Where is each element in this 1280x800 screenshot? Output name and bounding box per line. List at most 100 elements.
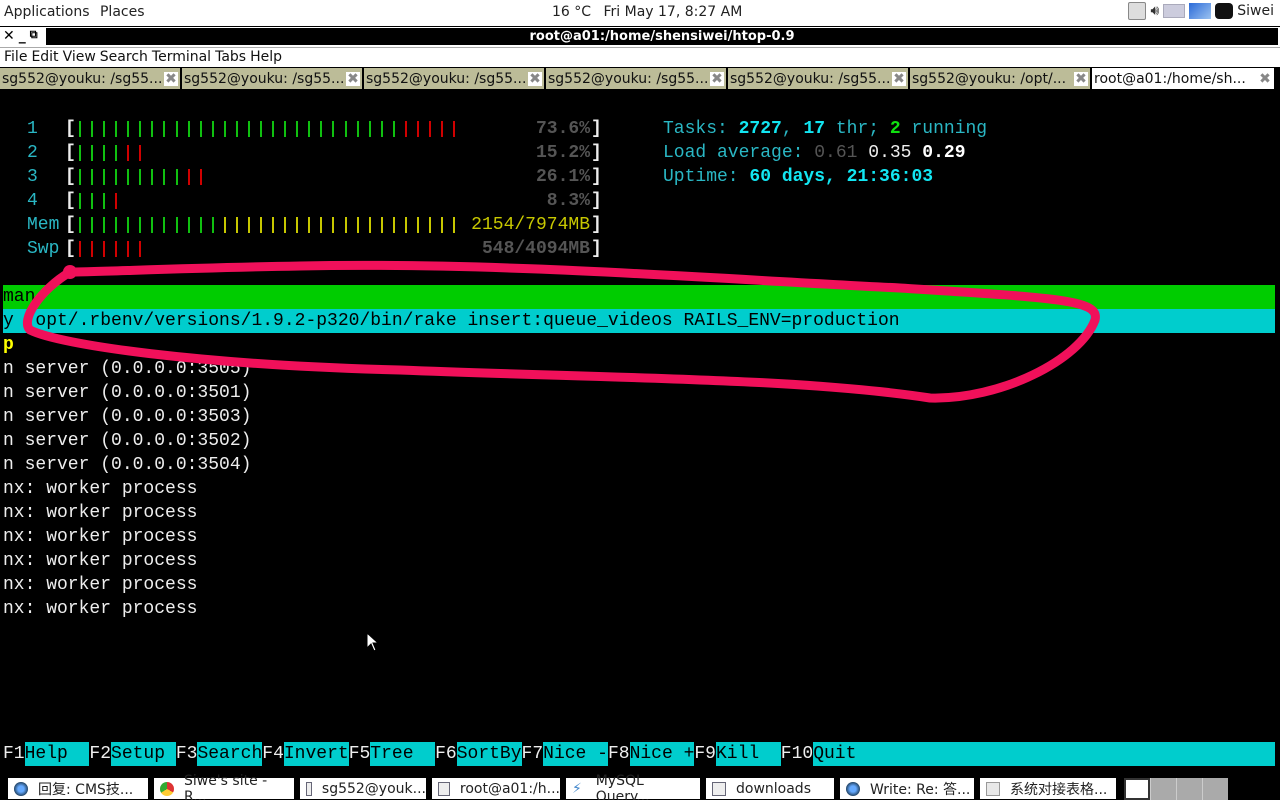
process-row[interactable]: nx: worker process xyxy=(3,501,197,525)
taskbar-item[interactable]: downloads xyxy=(706,778,834,799)
terminal-area[interactable]: 1[73.6%] 2[15.2%] 3[26.1%] 4[8.3%] Mem[2154/… xyxy=(0,90,1280,774)
user-menu[interactable]: Siwei xyxy=(1237,3,1274,19)
tab-close-icon[interactable]: ✖ xyxy=(1074,71,1088,86)
function-key-label[interactable]: SortBy xyxy=(456,742,522,766)
process-row[interactable]: nx: worker process xyxy=(3,525,197,549)
applications-menu[interactable]: Applications xyxy=(4,4,90,20)
process-row[interactable]: n server (0.0.0.0:3504) xyxy=(3,453,251,477)
terminal-tab[interactable]: sg552@youku: /sg55... ✖ xyxy=(182,68,362,89)
function-key-f10[interactable]: F10 xyxy=(781,742,813,766)
terminal-tab[interactable]: sg552@youku: /sg55... ✖ xyxy=(0,68,180,89)
meter-bar-green xyxy=(91,121,94,137)
workspace[interactable] xyxy=(1150,778,1176,800)
function-key-label[interactable]: Search xyxy=(197,742,263,766)
process-row[interactable]: n server (0.0.0.0:3503) xyxy=(3,405,251,429)
meter-bar-green xyxy=(235,121,238,137)
meter-bar-yellow xyxy=(308,217,311,233)
function-key-label[interactable]: Nice - xyxy=(543,742,608,766)
tab-close-icon[interactable]: ✖ xyxy=(1258,71,1272,86)
menu-search[interactable]: Search xyxy=(100,48,148,67)
process-row[interactable]: y /opt/.rbenv/versions/1.9.2-p320/bin/ra… xyxy=(3,309,900,333)
process-row[interactable]: n server (0.0.0.0:3501) xyxy=(3,381,251,405)
menu-terminal[interactable]: Terminal xyxy=(152,48,211,67)
show-desktop-icon[interactable] xyxy=(1128,2,1147,20)
thunderbird-icon xyxy=(14,781,28,796)
restore-icon[interactable]: ⧉ xyxy=(30,28,38,44)
taskbar-item[interactable]: 系统对接表格... xyxy=(980,778,1116,799)
taskbar-item[interactable]: ⚡ MySQL Query... xyxy=(566,773,700,800)
meter-value: 2154/7974MB xyxy=(471,215,590,235)
taskbar-item[interactable]: 回复: CMS技... xyxy=(8,778,148,799)
process-row[interactable]: n server (0.0.0.0:3502) xyxy=(3,429,251,453)
workspace[interactable] xyxy=(1202,778,1228,800)
function-key-f3[interactable]: F3 xyxy=(176,742,198,766)
places-menu[interactable]: Places xyxy=(100,4,145,20)
function-key-f2[interactable]: F2 xyxy=(89,742,111,766)
taskbar-item[interactable]: Siwe's site - R... xyxy=(154,773,294,800)
taskbar-item[interactable]: Write: Re: 答... xyxy=(840,778,974,799)
process-row[interactable]: p xyxy=(3,333,14,357)
meter-bar-green xyxy=(103,145,106,161)
process-row[interactable]: man xyxy=(3,285,35,309)
window-titlebar[interactable]: ✕ _ ⧉ root@a01:/home/shensiwei/htop-0.9 xyxy=(0,27,1280,47)
tab-close-icon[interactable]: ✖ xyxy=(164,71,178,86)
minimize-icon[interactable]: _ xyxy=(19,28,26,44)
function-key-f6[interactable]: F6 xyxy=(435,742,457,766)
volume-icon[interactable]: 🔊︎ xyxy=(1150,3,1159,19)
function-key-f8[interactable]: F8 xyxy=(608,742,630,766)
workspace[interactable] xyxy=(1124,778,1150,800)
process-row[interactable]: nx: worker process xyxy=(3,477,197,501)
menubar: File Edit View Search Terminal Tabs Help xyxy=(0,47,1280,67)
meter-bar-green xyxy=(115,121,118,137)
menu-file[interactable]: File xyxy=(4,48,27,67)
function-key-f5[interactable]: F5 xyxy=(349,742,371,766)
menu-tabs[interactable]: Tabs xyxy=(215,48,246,67)
terminal-tab[interactable]: sg552@youku: /opt/... ✖ xyxy=(910,68,1090,89)
function-key-f9[interactable]: F9 xyxy=(694,742,716,766)
process-list-header[interactable] xyxy=(3,285,1275,309)
function-key-label[interactable]: Kill xyxy=(715,742,781,766)
process-row[interactable]: nx: worker process xyxy=(3,573,197,597)
function-key-label[interactable]: Setup xyxy=(111,742,176,766)
tab-close-icon[interactable]: ✖ xyxy=(346,71,360,86)
menu-edit[interactable]: Edit xyxy=(31,48,58,67)
terminal-tab[interactable]: root@a01:/home/sh... ✖ xyxy=(1092,68,1274,89)
keyboard-icon[interactable] xyxy=(1163,4,1186,18)
taskbar-item-label: root@a01:/h... xyxy=(459,780,560,797)
load-5: 0.35 xyxy=(868,143,912,163)
process-row[interactable]: nx: worker process xyxy=(3,597,197,621)
network-icon[interactable] xyxy=(1189,3,1212,19)
terminal-tabs: sg552@youku: /sg55... ✖ sg552@youku: /sg55… xyxy=(0,67,1280,90)
weather-temperature[interactable]: 16 °C xyxy=(552,4,591,20)
function-key-f1[interactable]: F1 xyxy=(3,742,25,766)
menu-help[interactable]: Help xyxy=(250,48,282,67)
function-key-label[interactable]: Quit xyxy=(813,742,857,766)
tab-close-icon[interactable]: ✖ xyxy=(710,71,724,86)
function-key-f4[interactable]: F4 xyxy=(262,742,284,766)
function-key-label[interactable]: Help xyxy=(24,742,90,766)
meter-bar-green xyxy=(91,169,94,185)
function-key-f7[interactable]: F7 xyxy=(522,742,544,766)
clock[interactable]: Fri May 17, 8:27 AM xyxy=(604,4,743,20)
taskbar-item[interactable]: root@a01:/h... xyxy=(432,778,560,799)
function-key-label[interactable]: Nice + xyxy=(629,742,695,766)
taskbar-item[interactable]: sg552@youk... xyxy=(300,778,426,799)
meter-bracket-close: ] xyxy=(591,167,602,187)
close-icon[interactable]: ✕ xyxy=(3,28,15,44)
terminal-tab[interactable]: sg552@youku: /sg55... ✖ xyxy=(364,68,544,89)
terminal-tab[interactable]: sg552@youku: /sg55... ✖ xyxy=(728,68,908,89)
menu-view[interactable]: View xyxy=(63,48,96,67)
chat-icon[interactable] xyxy=(1215,3,1234,19)
workspace-switcher[interactable] xyxy=(1124,778,1228,800)
tab-close-icon[interactable]: ✖ xyxy=(892,71,906,86)
process-row[interactable]: nx: worker process xyxy=(3,549,197,573)
function-key-label[interactable]: Tree xyxy=(370,742,436,766)
function-key-label[interactable]: Invert xyxy=(283,742,349,766)
terminal-tab[interactable]: sg552@youku: /sg55... ✖ xyxy=(546,68,726,89)
meter-bar-green xyxy=(260,121,263,137)
workspace[interactable] xyxy=(1176,778,1202,800)
tab-close-icon[interactable]: ✖ xyxy=(528,71,542,86)
meter-bar-green xyxy=(175,169,178,185)
meter-bar-yellow xyxy=(332,217,335,233)
process-row[interactable]: n server (0.0.0.0:3505) xyxy=(3,357,251,381)
